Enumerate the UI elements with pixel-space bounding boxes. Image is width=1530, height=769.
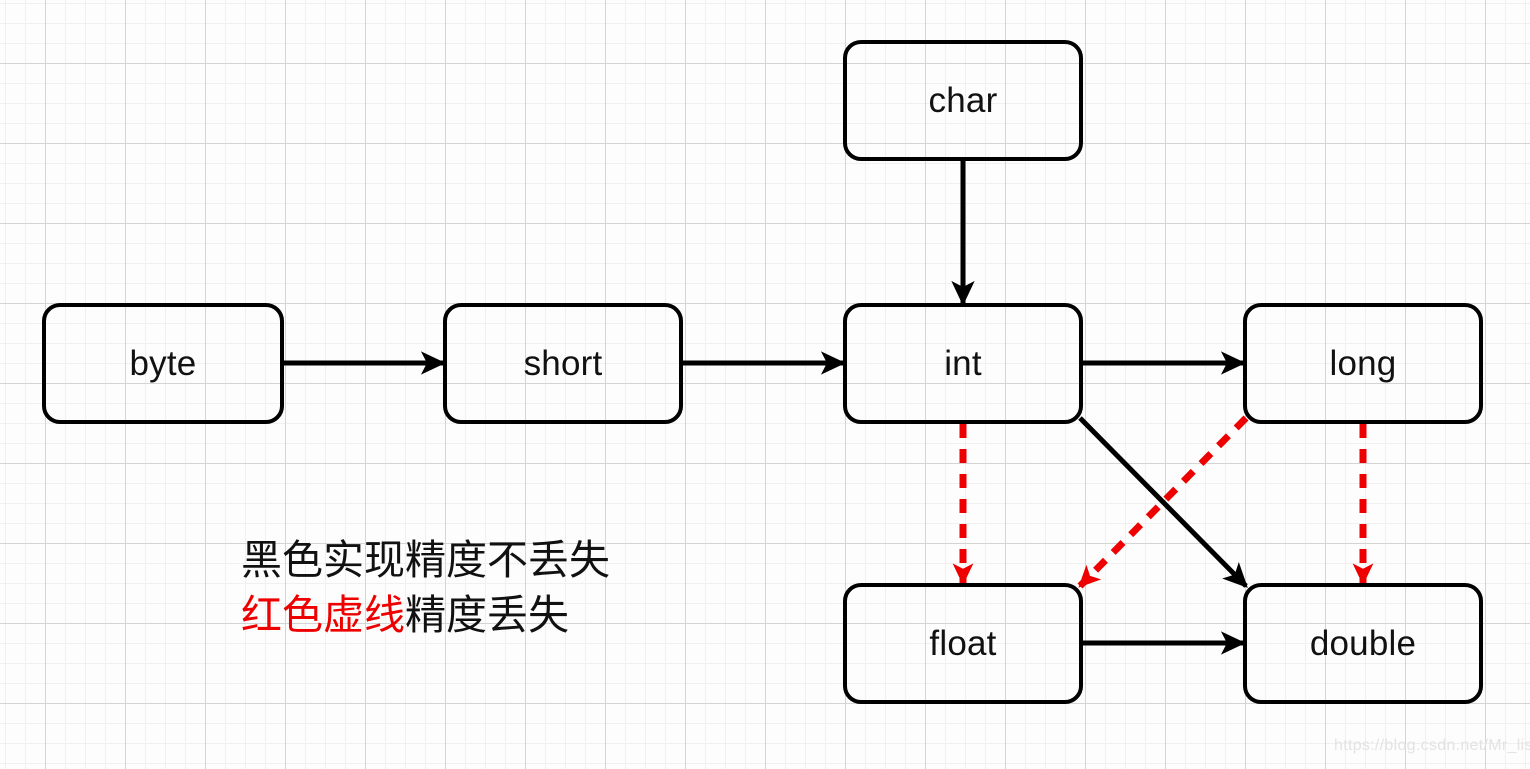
node-byte[interactable]: byte bbox=[42, 303, 284, 424]
node-label-byte: byte bbox=[129, 344, 197, 383]
node-int[interactable]: int bbox=[843, 303, 1083, 424]
node-label-float: float bbox=[929, 624, 997, 663]
legend-line-solid-black: 黑色实现精度不丢失 bbox=[241, 537, 610, 583]
node-float[interactable]: float bbox=[843, 583, 1083, 704]
node-label-int: int bbox=[944, 344, 982, 383]
legend: 黑色实现精度不丢失 红色虚线精度丢失 bbox=[241, 533, 610, 642]
node-label-double: double bbox=[1309, 624, 1417, 663]
edge-int-to-double bbox=[1078, 416, 1248, 588]
node-label-short: short bbox=[523, 344, 603, 383]
legend-dashed-red-emphasis: 红色虚线 bbox=[241, 591, 405, 638]
node-double[interactable]: double bbox=[1243, 583, 1483, 704]
watermark: https://blog.csdn.net/Mr_lisj bbox=[1334, 737, 1530, 754]
node-label-char: char bbox=[928, 81, 998, 120]
diagram-canvas: char byte short int long float double 黑色… bbox=[0, 0, 1530, 769]
node-label-long: long bbox=[1329, 344, 1397, 383]
legend-dashed-red-suffix: 精度丢失 bbox=[405, 591, 569, 638]
node-char[interactable]: char bbox=[843, 40, 1083, 161]
node-short[interactable]: short bbox=[443, 303, 683, 424]
edge-long-to-float bbox=[1077, 415, 1249, 589]
legend-line-dashed-red: 红色虚线精度丢失 bbox=[241, 588, 610, 643]
node-long[interactable]: long bbox=[1243, 303, 1483, 424]
